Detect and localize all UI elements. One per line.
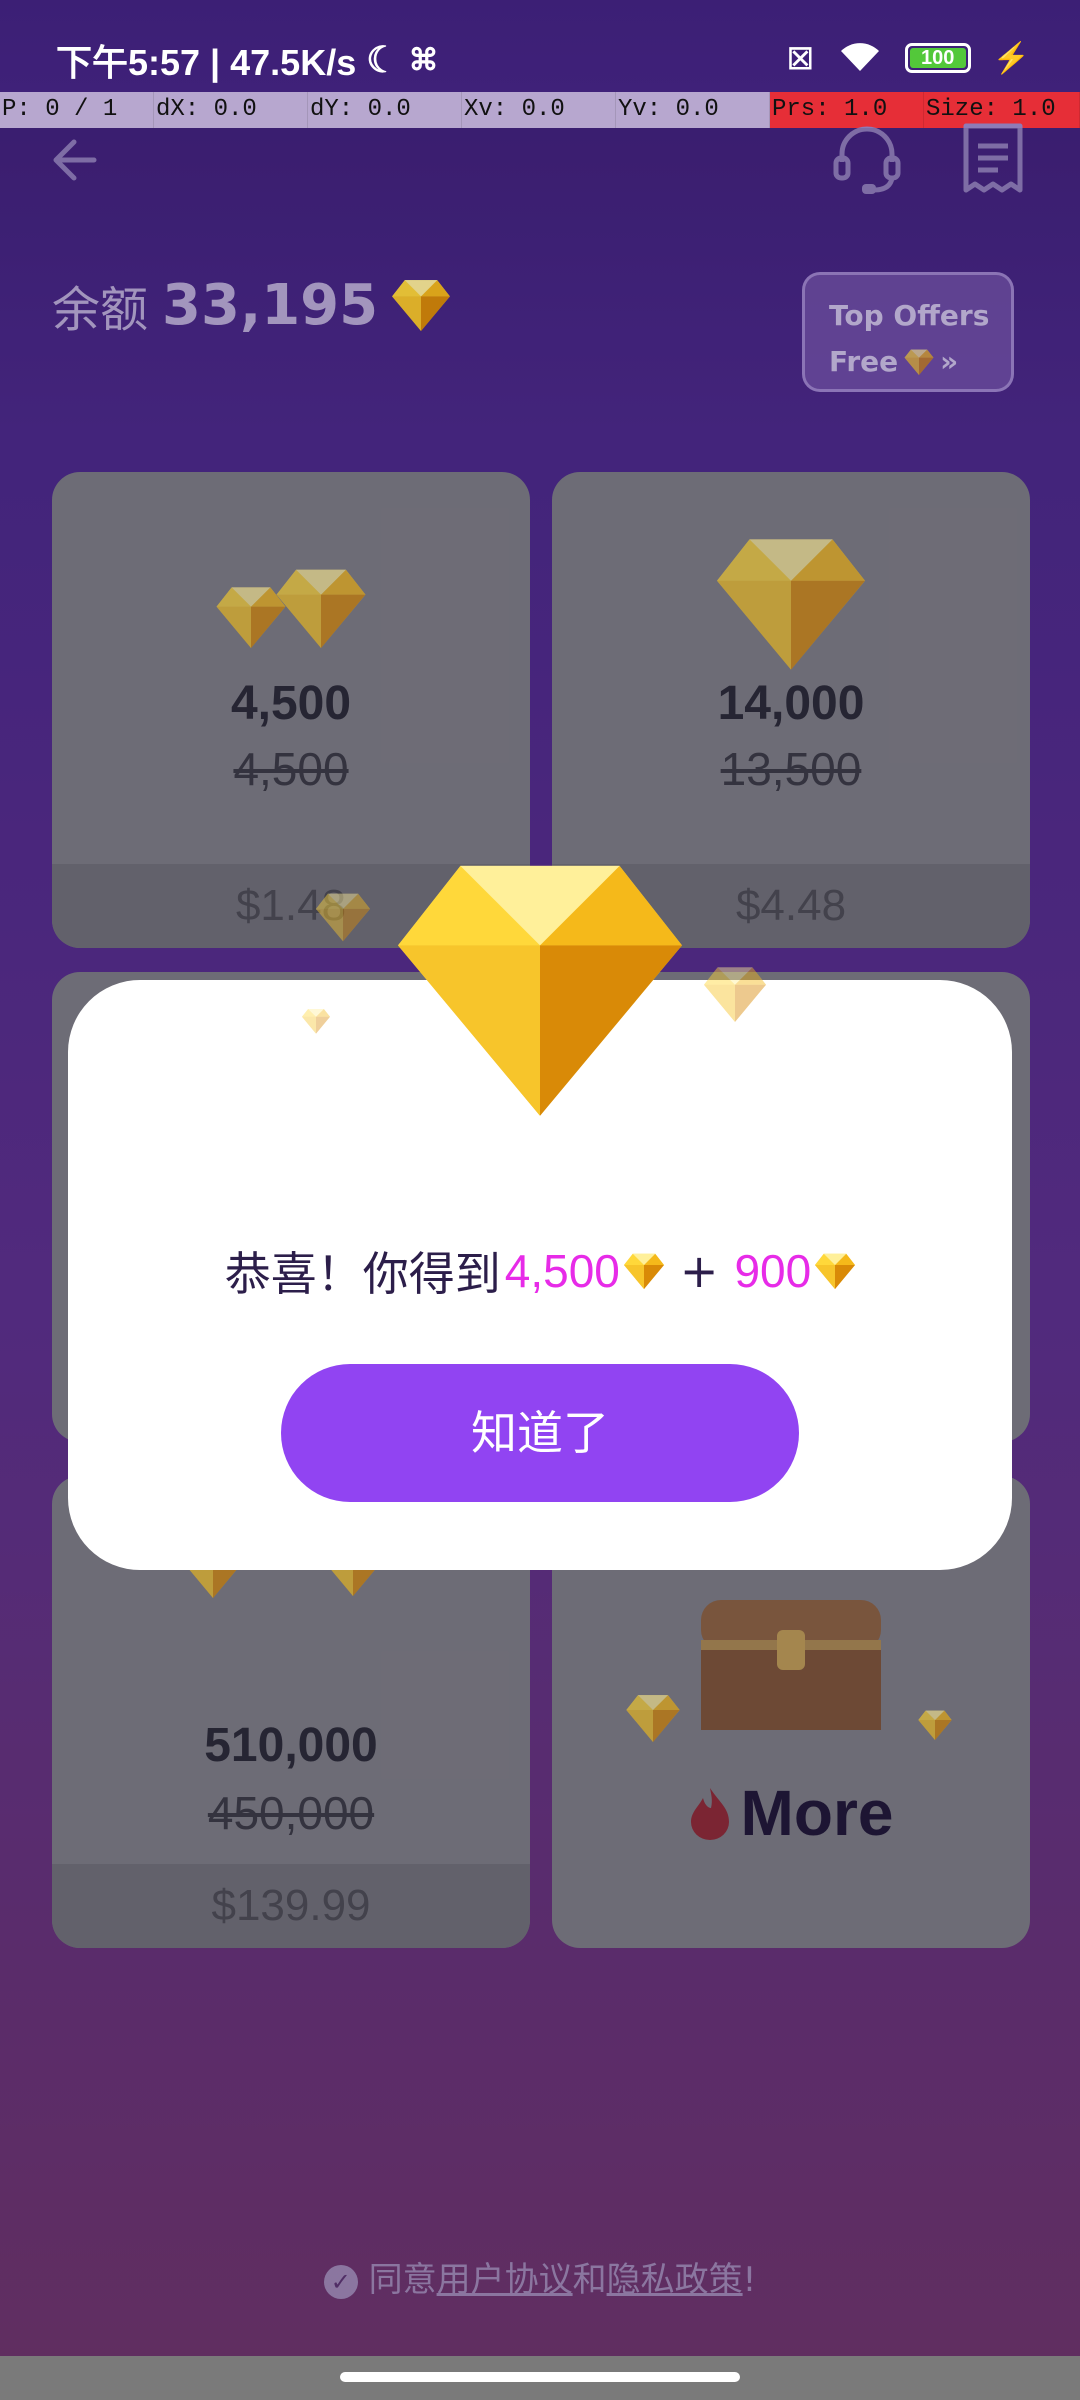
navigation-bar [0, 2356, 1080, 2400]
pointer-location-bar: P: 0 / 1 dX: 0.0 dY: 0.0 Xv: 0.0 Yv: 0.0… [0, 92, 1080, 128]
reward-amount: 4,500 [504, 1245, 620, 1297]
sim-off-icon: ⊠ [786, 39, 815, 77]
notification-icon: ⌘ [408, 43, 439, 77]
debug-xv: Xv: 0.0 [462, 92, 616, 128]
reward-message-prefix: 恭喜！你得到 [224, 1247, 501, 1301]
wifi-icon [837, 39, 883, 78]
sparkle-diamond-icon [704, 966, 766, 1022]
got-it-button[interactable]: 知道了 [281, 1364, 799, 1502]
debug-dx: dX: 0.0 [154, 92, 308, 128]
status-time: 下午5:57 | 47.5K/s [56, 42, 357, 83]
sparkle-diamond-icon [302, 1008, 330, 1034]
sparkle-diamond-icon [316, 892, 370, 942]
diamond-icon [815, 1253, 855, 1289]
debug-p: P: 0 / 1 [0, 92, 154, 128]
reward-bonus: 900 [734, 1245, 812, 1297]
moon-icon: ☾ [366, 39, 399, 80]
battery-icon: 100 [904, 43, 971, 73]
reward-message: 恭喜！你得到 4,500 + 900 [68, 1238, 1012, 1304]
status-bar: 下午5:57 | 47.5K/s ☾ ⌘ ⊠ 100 ⚡ [0, 0, 1080, 92]
home-handle[interactable] [340, 2372, 740, 2382]
debug-dy: dY: 0.0 [308, 92, 462, 128]
diamond-icon [624, 1253, 664, 1289]
reward-plus: + [679, 1244, 719, 1298]
charging-icon: ⚡ [992, 41, 1030, 75]
debug-yv: Yv: 0.0 [616, 92, 770, 128]
big-diamond-icon [398, 858, 682, 1118]
